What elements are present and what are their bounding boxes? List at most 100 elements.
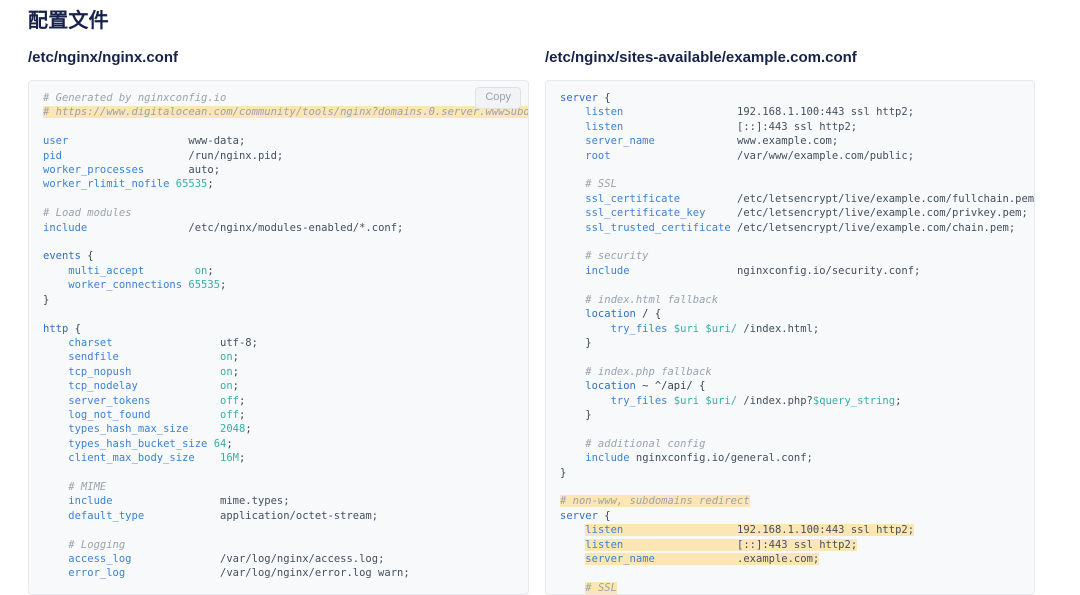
code-block-nginx-conf: # Generated by nginxconfig.io # https://… <box>29 91 528 581</box>
code-token: ; <box>232 365 240 378</box>
code-token: off <box>220 408 239 421</box>
code-token: # Load modules <box>43 207 132 220</box>
code-token: .example.com; <box>737 553 820 565</box>
code-token: access_log <box>43 553 132 565</box>
code-token: www.example.com; <box>737 135 839 148</box>
code-token: /var/log/nginx/error.log warn; <box>220 567 410 580</box>
code-token: server <box>560 92 598 104</box>
code-token: } <box>560 408 592 421</box>
code-token: worker_connections <box>43 279 183 292</box>
code-token: on <box>220 380 233 393</box>
code-token: include <box>560 264 630 277</box>
code-token: /etc/nginx/modules-enabled/*.conf; <box>188 221 404 234</box>
code-token: server <box>560 509 598 522</box>
code-token: ssl_trusted_certificate <box>560 221 731 234</box>
code-token: http <box>43 322 69 335</box>
code-token: listen <box>560 120 624 133</box>
code-token: ; <box>238 452 246 465</box>
code-token: auto; <box>188 164 221 177</box>
code-token: error_log <box>43 567 126 580</box>
code-token: /index.html; <box>737 322 820 335</box>
code-token: listen <box>560 106 624 119</box>
code-token: include <box>43 495 113 508</box>
code-token <box>623 524 738 537</box>
code-token: server_name <box>560 135 655 148</box>
code-token: $uri $uri/ <box>673 322 738 335</box>
code-token: # non-www, subdomains redirect <box>560 495 750 508</box>
file-path-nginx-conf: /etc/nginx/nginx.conf <box>28 49 179 66</box>
config-column-right: /etc/nginx/sites-available/example.com.c… <box>545 48 1035 595</box>
code-token: } <box>560 336 592 349</box>
code-token: /etc/letsencrypt/live/example.com/privke… <box>737 207 1028 220</box>
code-token: default_type <box>43 509 145 522</box>
code-token: events <box>43 250 81 263</box>
code-token: # Generated by nginxconfig.io <box>43 92 227 104</box>
code-token: charset <box>43 336 113 349</box>
code-token: { <box>597 509 611 522</box>
page-title: 配置文件 <box>28 10 109 32</box>
code-token: /etc/letsencrypt/live/example.com/fullch… <box>737 192 1034 205</box>
code-token: utf-8; <box>220 336 258 349</box>
code-token: # https://www.digitalocean.com/community… <box>43 106 528 119</box>
code-token: 64 <box>213 437 227 450</box>
code-token: application/octet-stream; <box>220 509 379 522</box>
code-token: log_not_found <box>43 408 151 421</box>
code-token: ; <box>232 380 239 393</box>
code-token: ; <box>232 351 239 364</box>
code-token: include <box>560 452 630 465</box>
code-token: ~ ^/api/ { <box>635 380 706 393</box>
code-token: # Logging <box>43 538 126 551</box>
code-token: on <box>194 264 208 277</box>
config-files-page: 配置文件 /etc/nginx/nginx.conf Copy # Genera… <box>0 0 1080 595</box>
code-token: } <box>560 466 567 479</box>
code-token: root <box>560 149 611 162</box>
code-token: /run/nginx.pid; <box>188 149 284 162</box>
code-token: ; <box>238 394 246 407</box>
code-token: ssl_certificate_key <box>560 207 706 220</box>
code-token: # additional config <box>560 437 706 450</box>
code-token: location <box>560 308 636 321</box>
code-token: listen <box>585 538 624 551</box>
code-token <box>623 538 738 551</box>
code-token: /var/log/nginx/access.log; <box>220 553 385 565</box>
code-token: try_files <box>560 394 668 407</box>
code-token: www-data; <box>188 135 246 148</box>
copy-button[interactable]: Copy <box>475 87 521 109</box>
code-token: client_max_body_size <box>43 452 195 465</box>
code-token: $query_string <box>812 394 896 407</box>
config-columns: /etc/nginx/nginx.conf Copy # Generated b… <box>0 48 1080 595</box>
code-token: nginxconfig.io/general.conf; <box>629 452 813 465</box>
code-token: mime.types; <box>220 495 290 508</box>
code-token: 2048 <box>220 423 246 436</box>
code-token: # index.php fallback <box>560 365 712 378</box>
code-token: ; <box>226 437 233 450</box>
code-token: / { <box>635 308 662 321</box>
code-token: on <box>220 351 233 364</box>
code-token: ; <box>245 423 252 436</box>
code-token: server_tokens <box>43 394 151 407</box>
code-token: { <box>80 250 94 263</box>
code-token: types_hash_max_size <box>43 423 189 436</box>
code-token: 65535 <box>188 279 221 292</box>
file-path-example-com-conf: /etc/nginx/sites-available/example.com.c… <box>545 49 857 66</box>
code-token: pid <box>43 149 62 162</box>
code-token: tcp_nopush <box>43 365 132 378</box>
code-token: { <box>597 92 611 104</box>
code-token: listen <box>585 524 624 537</box>
